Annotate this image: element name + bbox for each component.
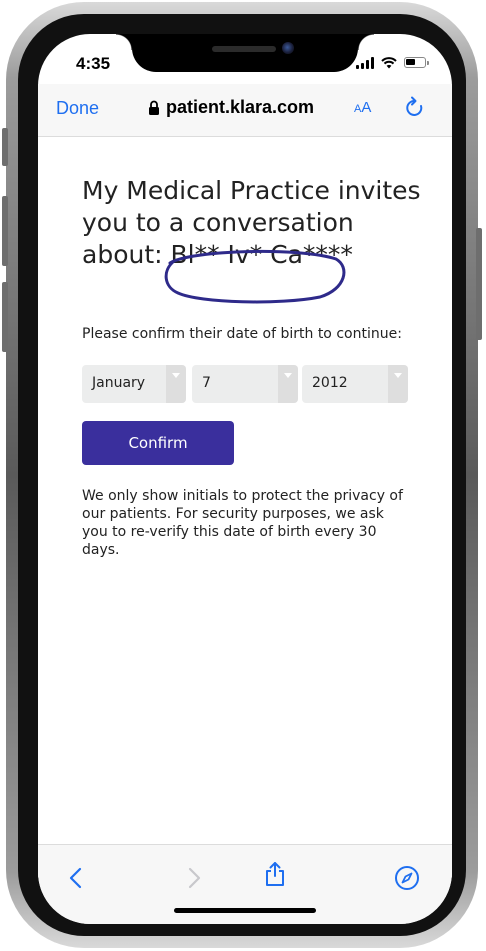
address-bar[interactable]: patient.klara.com — [148, 97, 314, 118]
annotation-circle — [164, 249, 346, 304]
volume-down-button — [2, 282, 8, 352]
dob-month-value: January — [92, 375, 146, 391]
dob-prompt: Please confirm their date of birth to co… — [82, 326, 402, 342]
volume-up-button — [2, 196, 8, 266]
lock-icon — [149, 100, 159, 115]
chevron-down-icon — [278, 365, 298, 403]
mute-switch — [2, 128, 8, 166]
signal-icon — [356, 56, 374, 69]
compass-icon[interactable] — [394, 865, 420, 891]
power-button — [476, 228, 482, 340]
browser-top-bar: Done patient.klara.com AA — [38, 84, 452, 137]
phone-screen: 4:35 Done patient.klara.com AA My Medica… — [38, 34, 452, 924]
chevron-down-icon — [166, 365, 186, 403]
chevron-down-icon — [388, 365, 408, 403]
reload-icon[interactable] — [404, 96, 426, 120]
dob-month-select[interactable]: January — [82, 365, 186, 403]
url-text: patient.klara.com — [166, 97, 315, 117]
privacy-notice: We only show initials to protect the pri… — [82, 488, 403, 558]
wifi-icon — [381, 57, 397, 69]
status-icons — [356, 56, 429, 69]
forward-icon[interactable] — [180, 865, 206, 891]
text-size-large-label: A — [361, 99, 372, 116]
dob-day-value: 7 — [202, 375, 211, 391]
status-time: 4:35 — [76, 54, 111, 73]
confirm-button[interactable]: Confirm — [82, 421, 234, 465]
dob-year-value: 2012 — [312, 375, 348, 391]
page-content: My Medical Practice invites you to a con… — [38, 137, 452, 877]
back-icon[interactable] — [64, 865, 90, 891]
earpiece-speaker — [212, 46, 276, 52]
dob-year-select[interactable]: 2012 — [302, 365, 408, 403]
battery-icon — [404, 57, 429, 68]
home-indicator — [174, 908, 316, 913]
dob-day-select[interactable]: 7 — [192, 365, 298, 403]
text-size-button[interactable]: AA — [354, 99, 371, 116]
notch — [116, 34, 374, 72]
front-camera — [282, 42, 294, 54]
share-icon[interactable] — [262, 861, 288, 887]
done-button[interactable]: Done — [56, 98, 99, 119]
